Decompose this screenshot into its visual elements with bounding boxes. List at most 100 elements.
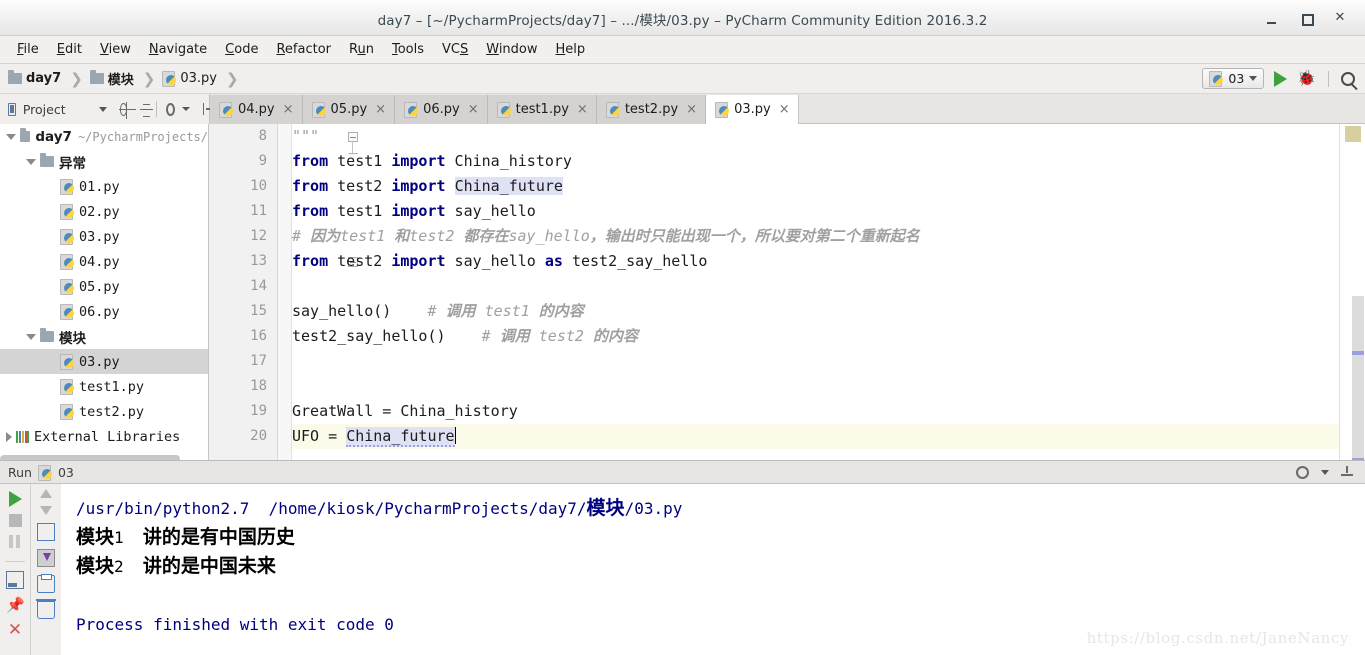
editor-tab-06-py[interactable]: 06.py ×: [395, 95, 488, 124]
gear-icon[interactable]: [1296, 465, 1309, 479]
breadcrumb-separator: ❯: [226, 69, 239, 88]
scroll-up-icon[interactable]: [40, 489, 52, 498]
tree-item-test1-py[interactable]: test1.py: [0, 374, 208, 399]
run-configuration-selector[interactable]: 03: [1202, 68, 1265, 89]
tree-item-04-py[interactable]: 04.py: [0, 249, 208, 274]
search-icon[interactable]: [1341, 71, 1355, 86]
menu-code[interactable]: Code: [216, 39, 267, 60]
editor-fold-column[interactable]: [278, 124, 358, 460]
code-line-18[interactable]: [292, 374, 1365, 399]
gear-icon[interactable]: [165, 102, 175, 116]
code-line-8[interactable]: """: [292, 124, 1365, 149]
close-icon[interactable]: ✕: [6, 621, 24, 639]
menu-vcs[interactable]: VCS: [433, 39, 477, 60]
menu-run[interactable]: Run: [340, 39, 383, 60]
minimize-button[interactable]: [1265, 11, 1279, 25]
menu-help[interactable]: Help: [547, 39, 595, 60]
code-line-16[interactable]: test2_say_hello() # 调用 test2 的内容: [292, 324, 1365, 349]
code-token: say_hello: [508, 227, 590, 245]
code-line-19[interactable]: GreatWall = China_history: [292, 399, 1365, 424]
tree-item-day7[interactable]: day7 ~/PycharmProjects/: [0, 124, 208, 149]
chevron-down-icon[interactable]: [26, 158, 36, 165]
menu-refactor[interactable]: Refactor: [267, 39, 340, 60]
clear-all-icon[interactable]: [36, 599, 56, 619]
menu-edit[interactable]: Edit: [48, 39, 91, 60]
editor-tab-test2-py[interactable]: test2.py ×: [596, 95, 707, 124]
editor-tab-05-py[interactable]: 05.py ×: [302, 95, 396, 124]
breadcrumb-item-file[interactable]: 03.py: [162, 71, 217, 87]
code-line-13[interactable]: from test2 import say_hello as test2_say…: [292, 249, 1365, 274]
editor-tab-03-py[interactable]: 03.py ×: [706, 95, 799, 124]
code-line-10[interactable]: from test2 import China_future: [292, 174, 1365, 199]
code-line-20[interactable]: UFO = China_future: [292, 424, 1365, 449]
tree-item-03-py[interactable]: 03.py: [0, 224, 208, 249]
soft-wrap-icon[interactable]: [37, 523, 55, 541]
show-variables-icon[interactable]: [6, 571, 24, 589]
code-token: say_hello: [445, 252, 545, 270]
code-line-11[interactable]: from test1 import say_hello: [292, 199, 1365, 224]
breadcrumb-item-module[interactable]: 模块: [89, 69, 134, 88]
pin-tab-icon[interactable]: 📌: [6, 596, 25, 614]
stop-icon[interactable]: [8, 514, 22, 527]
debug-bug-icon[interactable]: 🐞: [1297, 71, 1316, 86]
chevron-down-icon[interactable]: [181, 107, 190, 111]
tree-item-01-py[interactable]: 01.py: [0, 174, 208, 199]
code-editor[interactable]: 8 9 10 11 12 13 14 15 16 17 18 19 20 """ from test1 i…: [210, 124, 1365, 541]
rerun-icon[interactable]: [8, 491, 22, 507]
tab-close-icon[interactable]: ×: [283, 102, 294, 117]
menu-window[interactable]: Window: [477, 39, 546, 60]
chevron-down-icon[interactable]: [1321, 469, 1329, 475]
menu-tools[interactable]: Tools: [383, 39, 433, 60]
code-token: from: [292, 152, 329, 170]
run-icon[interactable]: [1274, 70, 1288, 87]
hide-icon[interactable]: [1341, 466, 1353, 478]
tab-close-icon[interactable]: ×: [468, 102, 479, 117]
code-content[interactable]: """ from test1 import China_history from t…: [292, 124, 1365, 460]
tab-close-icon[interactable]: ×: [779, 102, 790, 117]
error-stripe-indicator[interactable]: [1345, 126, 1361, 142]
breadcrumb-item-day7[interactable]: day7: [8, 70, 61, 86]
tree-item-异常[interactable]: 异常: [0, 149, 208, 174]
code-line-9[interactable]: from test1 import China_history: [292, 149, 1365, 174]
editor-tabs: 04.py × 05.py × 06.py × test1.py × test2.py × 03.p…: [210, 94, 799, 124]
menu-view[interactable]: View: [91, 39, 140, 60]
scroll-down-icon[interactable]: [40, 506, 52, 515]
editor-tab-04-py[interactable]: 04.py ×: [210, 95, 303, 124]
close-button[interactable]: ✕: [1333, 11, 1347, 25]
editor-marker-bar[interactable]: [1339, 124, 1365, 484]
code-line-12[interactable]: # 因为test1 和test2 都存在say_hello，输出时只能出现一个，…: [292, 224, 1365, 249]
code-line-14[interactable]: [292, 274, 1365, 299]
chevron-down-icon[interactable]: [98, 106, 107, 112]
occurrence-marker: [1352, 351, 1364, 355]
chevron-down-icon[interactable]: [26, 333, 36, 340]
collapse-all-icon[interactable]: [140, 103, 154, 117]
project-tree[interactable]: day7 ~/PycharmProjects/异常 01.py 02.py 03.py 0…: [0, 124, 209, 460]
chevron-right-icon[interactable]: [6, 431, 12, 442]
tree-item-External Libraries[interactable]: External Libraries: [0, 424, 208, 449]
tree-item-03-py[interactable]: 03.py: [0, 349, 208, 374]
code-line-17[interactable]: [292, 349, 1365, 374]
tree-item-02-py[interactable]: 02.py: [0, 199, 208, 224]
tree-item-05-py[interactable]: 05.py: [0, 274, 208, 299]
locate-target-icon[interactable]: [118, 101, 136, 119]
menu-navigate[interactable]: Navigate: [140, 39, 216, 60]
pause-icon[interactable]: [6, 534, 24, 552]
chevron-down-icon[interactable]: [6, 133, 16, 140]
tab-close-icon[interactable]: ×: [577, 102, 588, 117]
tree-item-模块[interactable]: 模块: [0, 324, 208, 349]
maximize-button[interactable]: [1299, 11, 1314, 26]
code-token: China_future: [346, 427, 455, 447]
print-icon[interactable]: [37, 574, 55, 593]
code-line-15[interactable]: say_hello() # 调用 test1 的内容: [292, 299, 1365, 324]
editor-tab-test1-py[interactable]: test1.py ×: [487, 95, 597, 124]
tree-item-06-py[interactable]: 06.py: [0, 299, 208, 324]
tree-item-test2-py[interactable]: test2.py: [0, 399, 208, 424]
tree-item-label: 03.py: [79, 228, 120, 245]
tab-close-icon[interactable]: ×: [686, 102, 697, 117]
scroll-to-end-icon[interactable]: [37, 549, 55, 567]
tree-item-label: 模块: [59, 330, 86, 347]
hide-icon[interactable]: [202, 103, 215, 115]
menu-file[interactable]: File: [8, 39, 48, 60]
tab-close-icon[interactable]: ×: [375, 102, 386, 117]
editor-scrollbar-thumb[interactable]: [1352, 296, 1364, 484]
